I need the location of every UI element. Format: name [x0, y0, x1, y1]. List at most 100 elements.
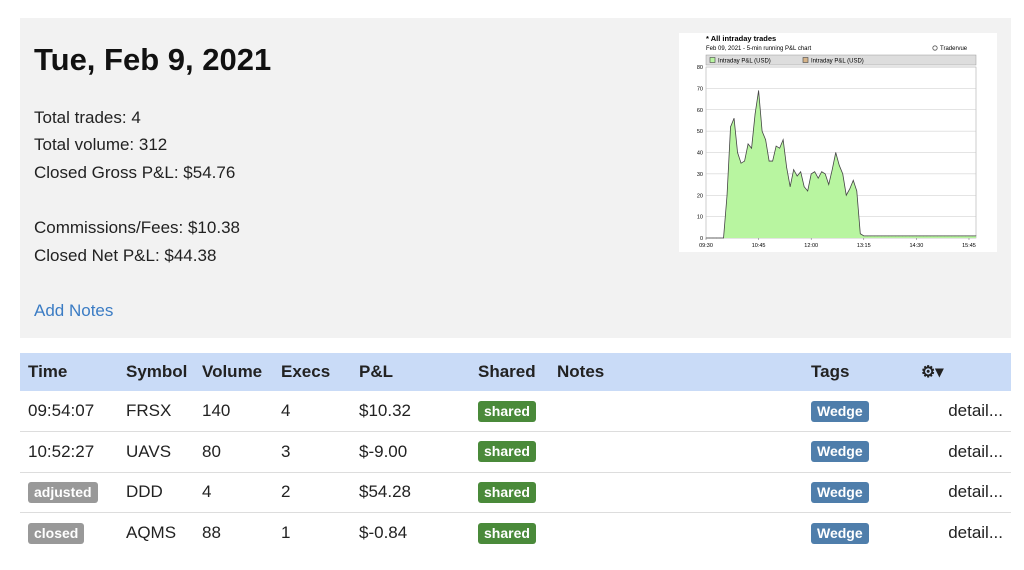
detail-link[interactable]: detail...	[913, 472, 1011, 513]
chart-title: * All intraday trades	[706, 34, 776, 43]
data-point	[898, 235, 900, 237]
col-symbol[interactable]: Symbol	[118, 353, 194, 391]
data-point	[761, 130, 763, 132]
trade-execs: 2	[273, 472, 351, 513]
data-point	[916, 235, 917, 237]
data-point	[754, 113, 756, 115]
tag-badge[interactable]: Wedge	[811, 400, 869, 422]
trade-pnl: $-0.84	[359, 523, 408, 542]
data-point	[716, 237, 717, 239]
data-point	[912, 235, 914, 237]
shared-badge[interactable]: shared	[478, 400, 536, 422]
trade-notes	[549, 513, 803, 554]
data-point	[856, 190, 858, 192]
chart-svg: * All intraday trades Feb 09, 2021 - 5-m…	[697, 34, 977, 249]
data-point	[800, 171, 801, 173]
status-badge: adjusted	[28, 481, 98, 503]
data-point	[779, 147, 780, 149]
data-point	[814, 171, 815, 173]
data-point	[723, 237, 724, 239]
data-point	[863, 235, 865, 237]
shared-badge[interactable]: shared	[478, 481, 536, 503]
data-point	[849, 188, 851, 190]
y-tick-label: 0	[700, 236, 703, 242]
trade-notes	[549, 431, 803, 473]
symbol-link[interactable]: AQMS	[118, 513, 194, 554]
tags-cell: Wedge	[803, 431, 913, 473]
symbol-link[interactable]: UAVS	[118, 431, 194, 473]
shared-badge[interactable]: shared	[478, 441, 536, 463]
add-notes-link[interactable]: Add Notes	[34, 301, 113, 321]
data-point	[870, 235, 872, 237]
y-tick-label: 60	[697, 108, 703, 114]
col-tags[interactable]: Tags	[803, 353, 913, 391]
trade-time-cell: closed	[20, 513, 118, 554]
data-point	[796, 175, 798, 177]
data-point	[919, 235, 921, 237]
trade-volume: 4	[194, 472, 273, 513]
data-point	[926, 235, 928, 237]
table-row: adjusted DDD 4 2 $54.28 shared Wedge detail...	[20, 472, 1011, 513]
gear-icon[interactable]: ⚙▾	[913, 353, 1011, 391]
col-shared[interactable]: Shared	[470, 353, 549, 391]
shared-cell: shared	[470, 391, 549, 432]
data-point	[835, 152, 837, 153]
data-point	[884, 235, 886, 237]
col-time[interactable]: Time	[20, 353, 118, 391]
data-point	[775, 145, 777, 147]
y-tick-label: 80	[697, 65, 703, 71]
trade-execs: 3	[273, 431, 351, 473]
data-point	[842, 173, 844, 175]
data-point	[905, 235, 907, 237]
data-point	[730, 126, 731, 128]
trade-pnl: $10.32	[351, 391, 470, 432]
data-point	[940, 235, 942, 237]
trade-pnl: $-9.00	[351, 431, 470, 473]
col-notes[interactable]: Notes	[549, 353, 803, 391]
data-point	[782, 139, 784, 140]
y-tick-label: 70	[697, 86, 703, 92]
detail-link[interactable]: detail...	[913, 431, 1011, 473]
data-point	[923, 235, 924, 237]
data-point	[803, 186, 805, 187]
trade-time-cell: adjusted	[20, 472, 118, 513]
data-point	[951, 235, 952, 237]
data-point	[891, 235, 893, 237]
table-row: 09:54:07 FRSX 140 4 $10.32 shared Wedge detail.…	[20, 391, 1011, 432]
data-point	[758, 90, 759, 91]
trade-volume: 140	[194, 391, 273, 432]
x-tick-label: 14:30	[910, 243, 924, 249]
trade-pnl: $54.28	[351, 472, 470, 513]
data-point	[965, 235, 966, 237]
col-execs[interactable]: Execs	[273, 353, 351, 391]
data-point	[719, 237, 721, 239]
col-pnl[interactable]: P&L	[351, 353, 470, 391]
y-tick-label: 20	[697, 193, 703, 199]
data-point	[744, 160, 745, 162]
data-point	[968, 235, 970, 237]
y-tick-label: 40	[697, 151, 703, 157]
col-volume[interactable]: Volume	[194, 353, 273, 391]
data-point	[881, 235, 882, 237]
legend-label-1: Intraday P&L (USD)	[718, 59, 771, 65]
y-tick-label: 50	[697, 129, 703, 135]
tags-cell: Wedge	[803, 472, 913, 513]
data-point	[740, 162, 742, 164]
data-point	[902, 235, 903, 237]
shared-badge[interactable]: shared	[478, 522, 536, 544]
tradervue-logo-icon	[932, 45, 938, 51]
legend-swatch-1	[709, 57, 716, 63]
y-tick-label: 10	[697, 215, 703, 221]
tag-badge[interactable]: Wedge	[811, 522, 869, 544]
trade-notes	[549, 391, 803, 432]
symbol-link[interactable]: FRSX	[118, 391, 194, 432]
tag-badge[interactable]: Wedge	[811, 481, 869, 503]
detail-link[interactable]: detail...	[913, 391, 1011, 432]
table-row: 10:52:27 UAVS 80 3 $-9.00 shared Wedge detail..…	[20, 431, 1011, 473]
legend-label-2: Intraday P&L (USD)	[811, 59, 864, 65]
data-point	[961, 235, 963, 237]
tag-badge[interactable]: Wedge	[811, 441, 869, 463]
symbol-link[interactable]: DDD	[118, 472, 194, 513]
detail-link[interactable]: detail...	[913, 513, 1011, 554]
data-point	[859, 233, 861, 235]
